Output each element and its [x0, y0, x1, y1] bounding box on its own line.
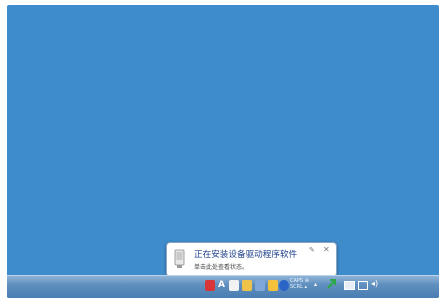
caps-indicator: CAPS ⊕ SCRL ▴: [290, 278, 309, 290]
desktop: 正在安装设备驱动程序软件 单击此处查看状态。 ✎ ✕ A CAPS ⊕ SCRL…: [7, 5, 439, 298]
notification-title: 正在安装设备驱动程序软件: [194, 250, 298, 260]
volume-icon[interactable]: ◂): [371, 279, 378, 288]
clock-line2: SCRL ▴: [290, 284, 308, 290]
network-icon[interactable]: [255, 280, 265, 291]
show-hidden-icon[interactable]: ▴: [314, 281, 317, 288]
info-icon[interactable]: [279, 280, 289, 291]
red-app-icon[interactable]: [205, 280, 215, 291]
monitor-icon[interactable]: [344, 281, 355, 290]
driver-install-notification[interactable]: 正在安装设备驱动程序软件 单击此处查看状态。 ✎ ✕: [166, 242, 337, 283]
input-method-icon[interactable]: [229, 280, 239, 291]
taskbar: A CAPS ⊕ SCRL ▴ ▴ ◂): [7, 275, 439, 298]
ime-a-icon[interactable]: A: [218, 280, 226, 291]
flag-icon[interactable]: [326, 278, 337, 290]
folder-icon[interactable]: [242, 280, 252, 291]
help-icon[interactable]: [268, 280, 278, 291]
usb-device-icon: [174, 249, 185, 268]
close-icon[interactable]: ✕: [323, 245, 330, 254]
wrench-icon[interactable]: ✎: [309, 246, 315, 254]
action-center-icon[interactable]: [358, 281, 368, 290]
notification-subtitle[interactable]: 单击此处查看状态。: [194, 262, 248, 271]
